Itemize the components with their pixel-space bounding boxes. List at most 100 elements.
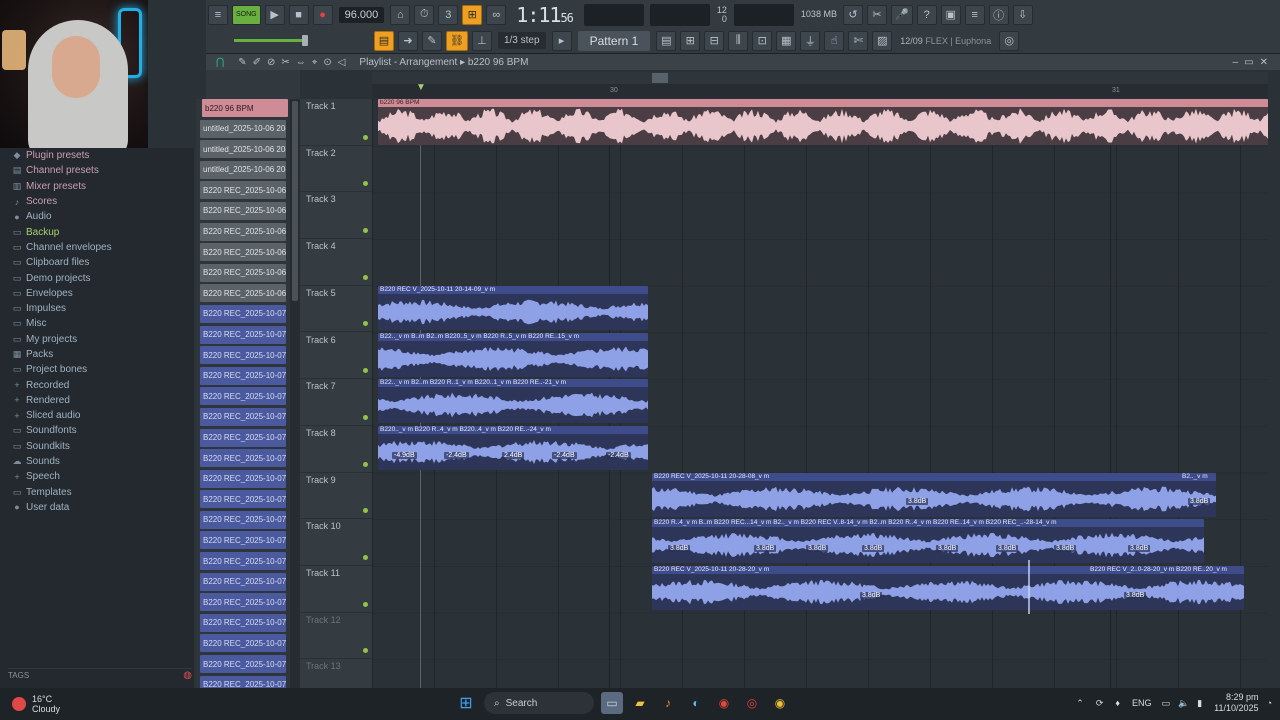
- mic-tray-icon[interactable]: ♦: [1115, 698, 1120, 708]
- track-mute-led[interactable]: [363, 648, 368, 654]
- browser-item[interactable]: ♪ Scores: [0, 194, 194, 209]
- record-icon[interactable]: ●: [312, 4, 333, 25]
- clip-picker-item[interactable]: B220 REC_2025-10-06 20: [200, 263, 286, 282]
- clip-picker-item[interactable]: B220 REC_2025-10-07 21: [200, 510, 286, 529]
- windows-start-icon[interactable]: ⊞: [455, 692, 477, 714]
- clip-picker-item[interactable]: B220 REC_2025-10-07 21: [200, 552, 286, 571]
- clip-picker-item[interactable]: B220 REC_2025-10-07 21: [200, 593, 286, 612]
- audio-clip-track10[interactable]: B220 R..4_v m B..m B220 REC...14_v m B2.…: [652, 519, 1204, 563]
- mic-icon[interactable]: 🎤: [890, 4, 913, 25]
- browser-item[interactable]: ▭ Templates: [0, 485, 194, 500]
- playhead-marker-icon[interactable]: ▼: [416, 82, 426, 93]
- clip-picker-item[interactable]: B220 REC_2025-10-07 21: [200, 490, 286, 509]
- track-mute-led[interactable]: [363, 554, 368, 560]
- clip-picker-item[interactable]: B220 REC_2025-10-07 20: [200, 366, 286, 385]
- clock[interactable]: 8:29 pm 11/10/2025: [1214, 692, 1258, 714]
- overview-bar[interactable]: [372, 72, 1268, 84]
- touch-icon[interactable]: ☝: [824, 30, 845, 51]
- app-icon[interactable]: ◎: [741, 692, 763, 714]
- browser-item[interactable]: ☁ Sounds: [0, 454, 194, 469]
- track-mute-led[interactable]: [363, 181, 368, 187]
- browser-item[interactable]: ▭ Impulses: [0, 301, 194, 316]
- plugin-db-icon[interactable]: ▦: [776, 30, 797, 51]
- clip-picker-item[interactable]: B220 REC_2025-10-07 21: [200, 613, 286, 632]
- clip-picker-item[interactable]: B220 REC_2025-10-07 21: [200, 469, 286, 488]
- clip-scrollbar[interactable]: [290, 99, 300, 688]
- stop-icon[interactable]: ■: [288, 4, 309, 25]
- pattern-plus-icon[interactable]: ▤: [656, 30, 677, 51]
- track-mute-led[interactable]: [363, 601, 368, 607]
- volume-icon[interactable]: 🔈: [1178, 698, 1189, 709]
- track-header[interactable]: Track 4: [300, 239, 372, 286]
- play-icon[interactable]: ▶: [264, 4, 285, 25]
- clip-picker-item[interactable]: B220 REC_2025-10-07 21: [200, 655, 286, 674]
- clip-picker-item[interactable]: B220 REC_2025-10-07 20: [200, 304, 286, 323]
- menu-icon[interactable]: ≡: [208, 4, 228, 25]
- clip-scrollbar-thumb[interactable]: [292, 101, 298, 301]
- stamp-icon[interactable]: ⊥: [471, 30, 492, 51]
- track-header[interactable]: Track 6: [300, 333, 372, 380]
- playlist-mode-icon[interactable]: ▤: [374, 30, 394, 51]
- tags-bar[interactable]: TAGS ◍: [8, 668, 192, 682]
- track-header[interactable]: Track 10: [300, 519, 372, 566]
- magnet-icon[interactable]: ⋂: [216, 57, 224, 68]
- help-icon[interactable]: ?: [916, 4, 937, 25]
- info-icon[interactable]: ⓘ: [988, 4, 1009, 25]
- notification-icon[interactable]: ◔: [1267, 698, 1272, 708]
- channel-rack-icon[interactable]: ⊞: [680, 30, 701, 51]
- browser-item[interactable]: + Sliced audio: [0, 408, 194, 423]
- tempo-display[interactable]: 96.000: [338, 6, 385, 23]
- clip-picker-item[interactable]: B220 REC_2025-10-07 21: [200, 449, 286, 468]
- browser-item[interactable]: + Rendered: [0, 393, 194, 408]
- browser-item[interactable]: ● Audio: [0, 209, 194, 224]
- browser-item[interactable]: ▭ Soundkits: [0, 439, 194, 454]
- browser-item[interactable]: ▭ Clipboard files: [0, 255, 194, 270]
- audio-clip-track5[interactable]: B220 REC V_2025-10-11 20-14-09_v m: [378, 286, 648, 330]
- audio-clip-track11[interactable]: B220 REC V_2025-10-11 20-28-20_v m B220 R…: [652, 566, 1244, 610]
- time-display[interactable]: 1:1156: [516, 3, 574, 27]
- cut-icon[interactable]: ✂: [866, 4, 887, 25]
- track-header[interactable]: Track 12: [300, 613, 372, 660]
- browser-item[interactable]: + Speech: [0, 469, 194, 484]
- audio-clip-track7[interactable]: B22.._v m B2..m B220 R..1_v m B220..1_v …: [378, 379, 648, 423]
- flex-plugin-icon[interactable]: ◎: [999, 30, 1020, 51]
- track-mute-led[interactable]: [363, 321, 368, 327]
- clip-picker-item[interactable]: B220 REC_2025-10-07 21: [200, 675, 286, 688]
- chrome-alt-icon[interactable]: ◉: [769, 692, 791, 714]
- track-header[interactable]: Track 3: [300, 192, 372, 240]
- song-mode-button[interactable]: SONG: [232, 4, 261, 25]
- breadcrumb-playlist[interactable]: Playlist - Arrangement: [359, 57, 457, 68]
- track-mute-led[interactable]: [363, 414, 368, 420]
- track-mute-led[interactable]: [363, 461, 368, 467]
- arrow-icon[interactable]: ➜: [398, 30, 418, 51]
- script-icon[interactable]: ▨: [872, 30, 893, 51]
- browser-item[interactable]: ▭ Channel envelopes: [0, 240, 194, 255]
- audio-clip-track6[interactable]: B22.._v m B..m B2..m B220..5_v m B220 R.…: [378, 333, 648, 377]
- display-icon[interactable]: ▭: [1161, 698, 1170, 709]
- wait-icon[interactable]: ⏱: [414, 4, 435, 25]
- browser-item[interactable]: ▭ Demo projects: [0, 270, 194, 285]
- countdown-icon[interactable]: 3: [438, 4, 459, 25]
- browser-item[interactable]: + Recorded: [0, 377, 194, 392]
- track-header[interactable]: Track 7: [300, 379, 372, 426]
- file-explorer-icon[interactable]: ▰: [629, 692, 651, 714]
- link-icon[interactable]: ⛓: [446, 30, 468, 51]
- clip-picker-item[interactable]: B220 REC_2025-10-06 20: [200, 284, 286, 303]
- taskbar-search[interactable]: ⌕ Search: [484, 692, 594, 714]
- loop-record-icon[interactable]: ⊞: [462, 4, 483, 25]
- clip-picker-item[interactable]: untitled_2025-10-06 20-: [200, 160, 286, 179]
- snap-selector[interactable]: 1/3 step: [497, 32, 546, 49]
- pencil-icon[interactable]: ✎: [422, 30, 442, 51]
- audio-clip-track8[interactable]: B220.._v m B220 R..4_v m B220..4_v m B22…: [378, 426, 648, 470]
- track-header[interactable]: Track 8: [300, 426, 372, 473]
- track-header[interactable]: Track 5: [300, 286, 372, 333]
- browser-item[interactable]: ▭ Soundfonts: [0, 423, 194, 438]
- pattern-prev-icon[interactable]: ▸: [551, 30, 572, 51]
- network-icon[interactable]: ⟳: [1096, 698, 1104, 709]
- track-mute-led[interactable]: [363, 274, 368, 280]
- track-mute-led[interactable]: [363, 508, 368, 514]
- audio-clip-track1[interactable]: b220 96 BPM: [378, 99, 1268, 145]
- fl-studio-icon[interactable]: ♪: [657, 692, 679, 714]
- undo-icon[interactable]: ↺: [842, 4, 863, 25]
- clip-picker-item[interactable]: B220 REC_2025-10-07 21: [200, 572, 286, 591]
